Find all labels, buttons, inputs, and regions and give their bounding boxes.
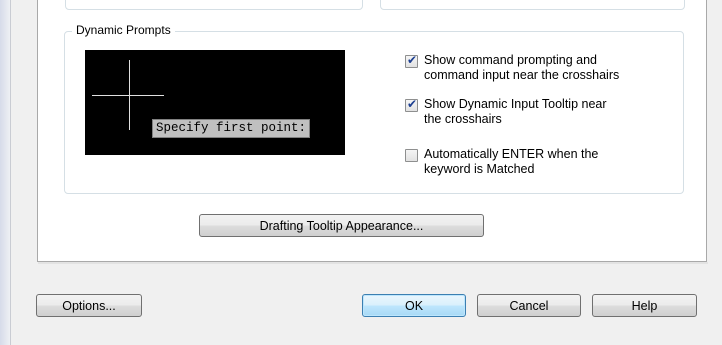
- checkbox-icon[interactable]: [405, 97, 418, 112]
- drafting-tooltip-appearance-button[interactable]: Drafting Tooltip Appearance...: [199, 214, 484, 237]
- preview-canvas: [85, 50, 345, 155]
- checkbox-show-command-prompting[interactable]: Show command prompting and command input…: [405, 53, 619, 83]
- checkbox-show-dynamic-input-tooltip[interactable]: Show Dynamic Input Tooltip near the cros…: [405, 97, 607, 127]
- group-title: Dynamic Prompts: [72, 22, 175, 38]
- ok-button[interactable]: OK: [362, 294, 466, 317]
- help-button[interactable]: Help: [592, 294, 697, 317]
- checkbox-label: Show Dynamic Input Tooltip near the cros…: [424, 97, 607, 126]
- crosshair-vertical: [129, 60, 130, 130]
- window-edge: [0, 0, 11, 345]
- upper-group-box-left: [65, 0, 363, 10]
- crosshair-horizontal: [92, 95, 164, 96]
- panel-shadow: [38, 262, 708, 264]
- preview-tooltip: Specify first point:: [152, 119, 311, 138]
- checkbox-label: Automatically ENTER when the keyword is …: [424, 147, 599, 176]
- cancel-button[interactable]: Cancel: [477, 294, 581, 317]
- upper-group-box-right: [380, 0, 685, 10]
- checkbox-label: Show command prompting and command input…: [424, 53, 620, 82]
- checkbox-icon[interactable]: [405, 149, 418, 162]
- options-button[interactable]: Options...: [36, 294, 142, 317]
- checkbox-icon[interactable]: [405, 53, 418, 68]
- checkbox-auto-enter[interactable]: Automatically ENTER when the keyword is …: [405, 147, 598, 177]
